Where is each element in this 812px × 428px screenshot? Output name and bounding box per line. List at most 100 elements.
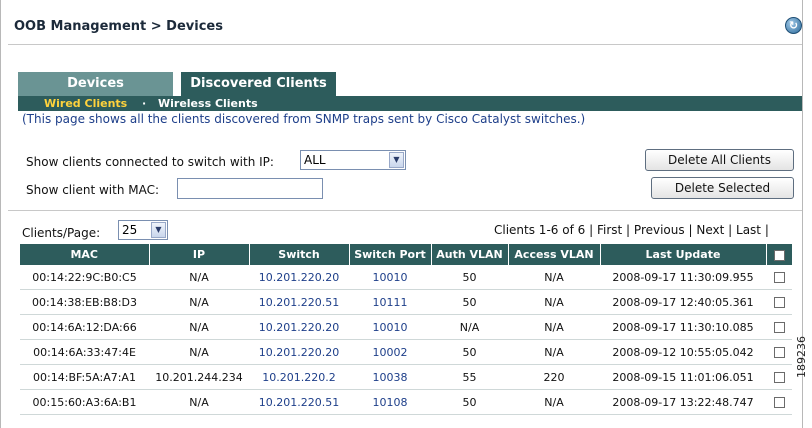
row-checkbox[interactable] (773, 347, 785, 358)
cell-port-link[interactable]: 10038 (349, 364, 431, 390)
cell-port-link[interactable]: 10010 (349, 314, 431, 340)
cell-access-vlan: 220 (508, 364, 600, 390)
tab-devices[interactable]: Devices (18, 72, 173, 96)
cell-mac: 00:14:22:9C:B0:C5 (20, 265, 149, 290)
pagination: Clients 1-6 of 6 | First | Previous | Ne… (494, 223, 769, 237)
cell-last-update: 2008-09-17 11:30:10.085 (600, 314, 766, 340)
cell-port-link[interactable]: 10010 (349, 265, 431, 290)
cell-switch-link[interactable]: 10.201.220.20 (249, 339, 349, 365)
cell-access-vlan: N/A (508, 339, 600, 365)
clients-per-page-value: 25 (122, 223, 138, 237)
column-header-auth-vlan[interactable]: Auth VLAN (431, 244, 509, 265)
pagination-next-link[interactable]: Next (696, 223, 724, 237)
cell-mac: 00:14:6A:12:DA:66 (20, 314, 149, 340)
cell-ip: N/A (149, 289, 249, 315)
checkbox-icon[interactable] (773, 249, 785, 261)
cell-ip: 10.201.244.234 (149, 364, 249, 390)
row-checkbox[interactable] (773, 372, 785, 383)
cell-last-update: 2008-09-17 13:22:48.747 (600, 389, 766, 415)
table-header-row: MAC IP Switch Switch Port Auth VLAN Acce… (20, 244, 793, 265)
cell-access-vlan: N/A (508, 265, 600, 290)
cell-access-vlan: N/A (508, 389, 600, 415)
cell-mac: 00:14:6A:33:47:4E (20, 339, 149, 365)
section-divider (8, 210, 802, 211)
refresh-help-icon[interactable]: ↻ (785, 17, 802, 34)
select-all-checkbox[interactable] (766, 244, 793, 265)
subtab-bar: Wired Clients · Wireless Clients (18, 96, 802, 111)
cell-mac: 00:14:BF:5A:A7:A1 (20, 364, 149, 390)
delete-selected-button[interactable]: Delete Selected (651, 177, 794, 199)
pagination-first-link[interactable]: First (597, 223, 622, 237)
column-header-switch[interactable]: Switch (249, 244, 350, 265)
cell-select (766, 265, 792, 290)
cell-ip: N/A (149, 314, 249, 340)
pagination-summary: Clients 1-6 of 6 (494, 223, 586, 237)
cell-select (766, 389, 792, 415)
header-divider (8, 44, 802, 45)
pagination-last-link[interactable]: Last (736, 223, 761, 237)
cell-access-vlan: N/A (508, 314, 600, 340)
subtab-wireless-clients[interactable]: Wireless Clients (158, 96, 258, 111)
row-checkbox[interactable] (773, 272, 785, 283)
delete-all-clients-button[interactable]: Delete All Clients (645, 149, 794, 171)
column-header-access-vlan[interactable]: Access VLAN (508, 244, 601, 265)
mac-label: Show client with MAC: (26, 183, 160, 197)
column-header-mac[interactable]: MAC (20, 244, 150, 265)
switch-ip-select[interactable]: ALL ▼ (300, 150, 406, 170)
pagination-separator: | (589, 223, 594, 237)
row-checkbox[interactable] (773, 397, 785, 408)
switch-ip-value: ALL (304, 153, 326, 167)
cell-last-update: 2008-09-15 11:01:06.051 (600, 364, 766, 390)
table-row: 00:14:BF:5A:A7:A1 10.201.244.234 10.201.… (20, 364, 792, 390)
cell-switch-link[interactable]: 10.201.220.20 (249, 314, 349, 340)
cell-port-link[interactable]: 10108 (349, 389, 431, 415)
cell-switch-link[interactable]: 10.201.220.51 (249, 289, 349, 315)
figure-id-label: 189236 (795, 336, 808, 378)
subtab-wired-clients[interactable]: Wired Clients (44, 96, 127, 111)
cell-mac: 00:14:38:EB:B8:D3 (20, 289, 149, 315)
switch-ip-label: Show clients connected to switch with IP… (26, 155, 274, 169)
mac-input[interactable] (177, 178, 323, 199)
column-header-ip[interactable]: IP (149, 244, 250, 265)
cell-select (766, 314, 792, 340)
clients-table: MAC IP Switch Switch Port Auth VLAN Acce… (20, 244, 793, 415)
cell-auth-vlan: N/A (431, 314, 508, 340)
cell-switch-link[interactable]: 10.201.220.2 (249, 364, 349, 390)
pagination-separator: | (764, 223, 769, 237)
cell-auth-vlan: 55 (431, 364, 508, 390)
cell-last-update: 2008-09-12 10:55:05.042 (600, 339, 766, 365)
table-row: 00:14:6A:12:DA:66 N/A 10.201.220.20 1001… (20, 314, 792, 340)
pagination-separator: | (688, 223, 693, 237)
cell-auth-vlan: 50 (431, 265, 508, 290)
pagination-separator: | (626, 223, 631, 237)
cell-last-update: 2008-09-17 12:40:05.361 (600, 289, 766, 315)
cell-access-vlan: N/A (508, 289, 600, 315)
clients-per-page-select[interactable]: 25 ▼ (118, 220, 168, 240)
cell-select (766, 289, 792, 315)
cell-ip: N/A (149, 265, 249, 290)
cell-ip: N/A (149, 339, 249, 365)
cell-select (766, 339, 792, 365)
page-title: OOB Management > Devices (14, 19, 223, 34)
cell-switch-link[interactable]: 10.201.220.20 (249, 265, 349, 290)
page-info-text: (This page shows all the clients discove… (22, 112, 586, 126)
column-header-last-update[interactable]: Last Update (600, 244, 767, 265)
table-row: 00:14:6A:33:47:4E N/A 10.201.220.20 1000… (20, 339, 792, 365)
row-checkbox[interactable] (773, 322, 785, 333)
cell-switch-link[interactable]: 10.201.220.51 (249, 389, 349, 415)
cell-last-update: 2008-09-17 11:30:09.955 (600, 265, 766, 290)
table-row: 00:15:60:A3:6A:B1 N/A 10.201.220.51 1010… (20, 389, 792, 415)
row-checkbox[interactable] (773, 297, 785, 308)
cell-auth-vlan: 50 (431, 289, 508, 315)
pagination-separator: | (728, 223, 733, 237)
table-row: 00:14:22:9C:B0:C5 N/A 10.201.220.20 1001… (20, 265, 792, 290)
cell-ip: N/A (149, 389, 249, 415)
cell-mac: 00:15:60:A3:6A:B1 (20, 389, 149, 415)
column-header-switch-port[interactable]: Switch Port (349, 244, 432, 265)
tab-discovered-clients[interactable]: Discovered Clients (181, 72, 336, 96)
pagination-previous-link[interactable]: Previous (634, 223, 685, 237)
cell-auth-vlan: 50 (431, 339, 508, 365)
chevron-down-icon: ▼ (389, 152, 404, 168)
cell-port-link[interactable]: 10111 (349, 289, 431, 315)
cell-port-link[interactable]: 10002 (349, 339, 431, 365)
